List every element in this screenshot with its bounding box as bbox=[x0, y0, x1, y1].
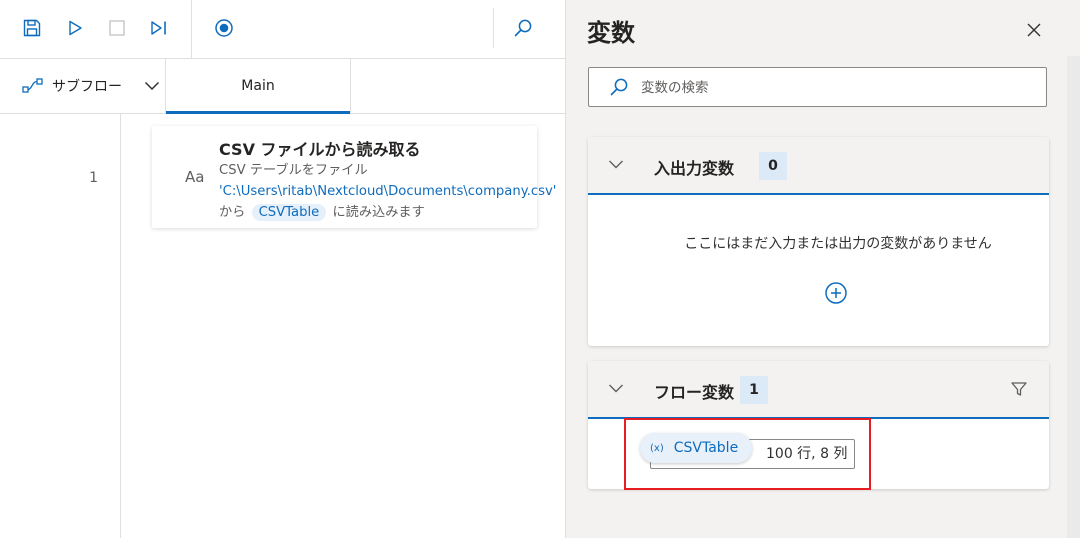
flow-variables-count: 1 bbox=[740, 376, 768, 404]
recorder-button[interactable] bbox=[210, 14, 238, 42]
run-button[interactable] bbox=[61, 14, 89, 42]
action-description: CSV テーブルをファイル 'C:\Users\ritab\Nextcloud\… bbox=[219, 160, 556, 223]
io-empty-message: ここにはまだ入力または出力の変数がありません bbox=[684, 236, 992, 252]
search-actions-button[interactable] bbox=[509, 14, 537, 42]
io-variables-header[interactable]: 入出力変数 0 bbox=[588, 137, 1049, 195]
highlight-box bbox=[624, 418, 871, 490]
close-button[interactable] bbox=[1020, 16, 1048, 44]
subflows-dropdown[interactable]: サブフロー bbox=[0, 59, 166, 113]
action-card-read-csv[interactable]: Aa CSV ファイルから読み取る CSV テーブルをファイル 'C:\User… bbox=[152, 126, 556, 228]
save-button[interactable] bbox=[18, 14, 46, 42]
play-icon bbox=[69, 20, 82, 36]
toolbar-divider bbox=[191, 0, 192, 58]
chevron-down-icon bbox=[609, 160, 623, 169]
step-icon bbox=[151, 21, 166, 35]
filter-button[interactable] bbox=[1010, 380, 1028, 402]
scrollbar[interactable] bbox=[1067, 56, 1080, 538]
variable-search-field[interactable] bbox=[588, 67, 1047, 107]
line-gutter: 1 bbox=[0, 114, 121, 538]
io-variables-section: 入出力変数 0 ここにはまだ入力または出力の変数がありません bbox=[588, 137, 1049, 346]
file-path: 'C:\Users\ritab\Nextcloud\Documents\comp… bbox=[219, 184, 557, 199]
record-icon bbox=[215, 19, 233, 37]
text-action-icon: Aa bbox=[185, 168, 205, 186]
flow-editor: サブフロー Main 1 Aa CSV ファイルから読み取る CSV テーブルを… bbox=[0, 0, 565, 538]
stop-button[interactable] bbox=[103, 14, 131, 42]
pane-title: 変数 bbox=[587, 19, 635, 47]
stop-icon bbox=[109, 20, 125, 36]
variable-token[interactable]: CSVTable bbox=[251, 204, 327, 221]
add-io-variable-button[interactable] bbox=[824, 281, 848, 309]
subflow-icon bbox=[22, 78, 43, 93]
active-tab-indicator bbox=[166, 111, 350, 114]
search-icon bbox=[514, 19, 532, 37]
chevron-down-icon bbox=[144, 81, 160, 91]
save-icon bbox=[23, 19, 41, 37]
toolbar-divider bbox=[493, 8, 494, 48]
line-number: 1 bbox=[89, 170, 98, 186]
tab-main-label: Main bbox=[241, 78, 275, 94]
add-circle-icon bbox=[825, 282, 847, 304]
run-next-action-button[interactable] bbox=[145, 14, 173, 42]
io-variables-title: 入出力変数 bbox=[654, 159, 735, 178]
variable-search-input[interactable] bbox=[639, 76, 1033, 100]
desc-prefix: CSV テーブルをファイル bbox=[219, 163, 368, 178]
subflows-label: サブフロー bbox=[52, 79, 122, 95]
tab-bar: サブフロー Main bbox=[0, 59, 565, 114]
filter-icon bbox=[1011, 382, 1027, 396]
action-title: CSV ファイルから読み取る bbox=[219, 140, 421, 159]
toolbar bbox=[0, 0, 565, 59]
desc-from: から bbox=[219, 205, 246, 220]
flow-variables-header[interactable]: フロー変数 1 bbox=[588, 361, 1049, 419]
search-icon bbox=[610, 78, 628, 96]
chevron-down-icon bbox=[609, 384, 623, 393]
io-variables-count: 0 bbox=[759, 152, 787, 180]
flow-variables-title: フロー変数 bbox=[654, 383, 735, 402]
close-icon bbox=[1027, 23, 1041, 37]
tab-main[interactable]: Main bbox=[166, 59, 351, 114]
desc-suffix: に読み込みます bbox=[332, 205, 425, 220]
